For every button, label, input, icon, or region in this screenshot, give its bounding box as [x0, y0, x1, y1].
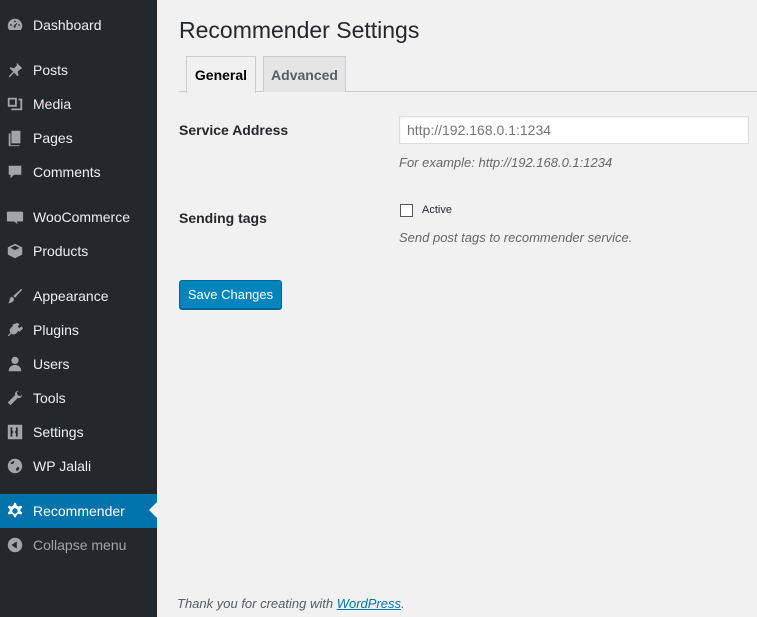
sidebar-item-label: WooCommerce	[33, 209, 130, 225]
footer-credit: Thank you for creating with WordPress.	[177, 596, 405, 611]
collapse-menu-button[interactable]: Collapse menu	[0, 528, 157, 562]
sidebar-item-label: Users	[33, 356, 70, 372]
save-changes-button[interactable]: Save Changes	[179, 280, 282, 309]
footer-period: .	[401, 596, 405, 611]
page-title: Recommender Settings	[179, 17, 420, 43]
sidebar-item-label: Pages	[33, 130, 73, 146]
sidebar-item-users[interactable]: Users	[0, 347, 157, 381]
sidebar-item-wp-jalali[interactable]: WP Jalali	[0, 449, 157, 483]
sending-tags-description: Send post tags to recommender service.	[399, 230, 633, 245]
sidebar-item-dashboard[interactable]: Dashboard	[0, 8, 157, 42]
woocommerce-icon	[5, 207, 25, 227]
admin-sidebar: Dashboard Posts Media Pages Comments Woo…	[0, 0, 157, 617]
sidebar-item-woocommerce[interactable]: WooCommerce	[0, 200, 157, 234]
sidebar-item-label: Plugins	[33, 322, 79, 338]
sidebar-item-label: Appearance	[33, 288, 109, 304]
wrench-icon	[5, 388, 25, 408]
sidebar-item-pages[interactable]: Pages	[0, 121, 157, 155]
box-icon	[5, 241, 25, 261]
sidebar-item-label: Dashboard	[33, 17, 102, 33]
sidebar-item-posts[interactable]: Posts	[0, 53, 157, 87]
sliders-icon	[5, 422, 25, 442]
sidebar-item-appearance[interactable]: Appearance	[0, 279, 157, 313]
brush-icon	[5, 286, 25, 306]
sidebar-item-label: Media	[33, 96, 72, 112]
tab-general[interactable]: General	[186, 56, 256, 93]
pin-icon	[5, 60, 25, 80]
service-address-input[interactable]	[399, 116, 749, 144]
sidebar-item-label: Settings	[33, 424, 84, 440]
tab-advanced[interactable]: Advanced	[263, 56, 346, 92]
footer-text: Thank you for creating with	[177, 596, 337, 611]
comment-icon	[5, 162, 25, 182]
sidebar-item-label: Products	[33, 243, 89, 259]
globe-icon	[5, 456, 25, 476]
collapse-icon	[5, 535, 25, 555]
plug-icon	[5, 320, 25, 340]
sidebar-item-recommender[interactable]: Recommender	[0, 494, 157, 528]
active-checkbox[interactable]	[400, 204, 413, 217]
wordpress-link[interactable]: WordPress	[337, 596, 401, 611]
settings-tabs: General Advanced	[179, 56, 757, 93]
sidebar-item-tools[interactable]: Tools	[0, 381, 157, 415]
sidebar-item-comments[interactable]: Comments	[0, 155, 157, 189]
sidebar-item-label: Tools	[33, 390, 66, 406]
sidebar-item-label: WP Jalali	[33, 458, 92, 474]
pages-icon	[5, 128, 25, 148]
media-icon	[5, 94, 25, 114]
sidebar-item-media[interactable]: Media	[0, 87, 157, 121]
sidebar-item-label: Recommender	[33, 503, 125, 519]
sidebar-item-label: Posts	[33, 62, 69, 78]
sending-tags-label: Sending tags	[179, 210, 267, 226]
sidebar-item-products[interactable]: Products	[0, 234, 157, 268]
sidebar-item-label: Comments	[33, 164, 101, 180]
service-address-label: Service Address	[179, 122, 289, 138]
active-checkbox-label[interactable]: Active	[422, 204, 452, 216]
user-icon	[5, 354, 25, 374]
dashboard-icon	[5, 15, 25, 35]
sidebar-item-settings[interactable]: Settings	[0, 415, 157, 449]
service-address-description: For example: http://192.168.0.1:1234	[399, 155, 613, 170]
sidebar-item-label: Collapse menu	[33, 537, 127, 553]
sidebar-item-plugins[interactable]: Plugins	[0, 313, 157, 347]
gear-icon	[5, 501, 25, 521]
